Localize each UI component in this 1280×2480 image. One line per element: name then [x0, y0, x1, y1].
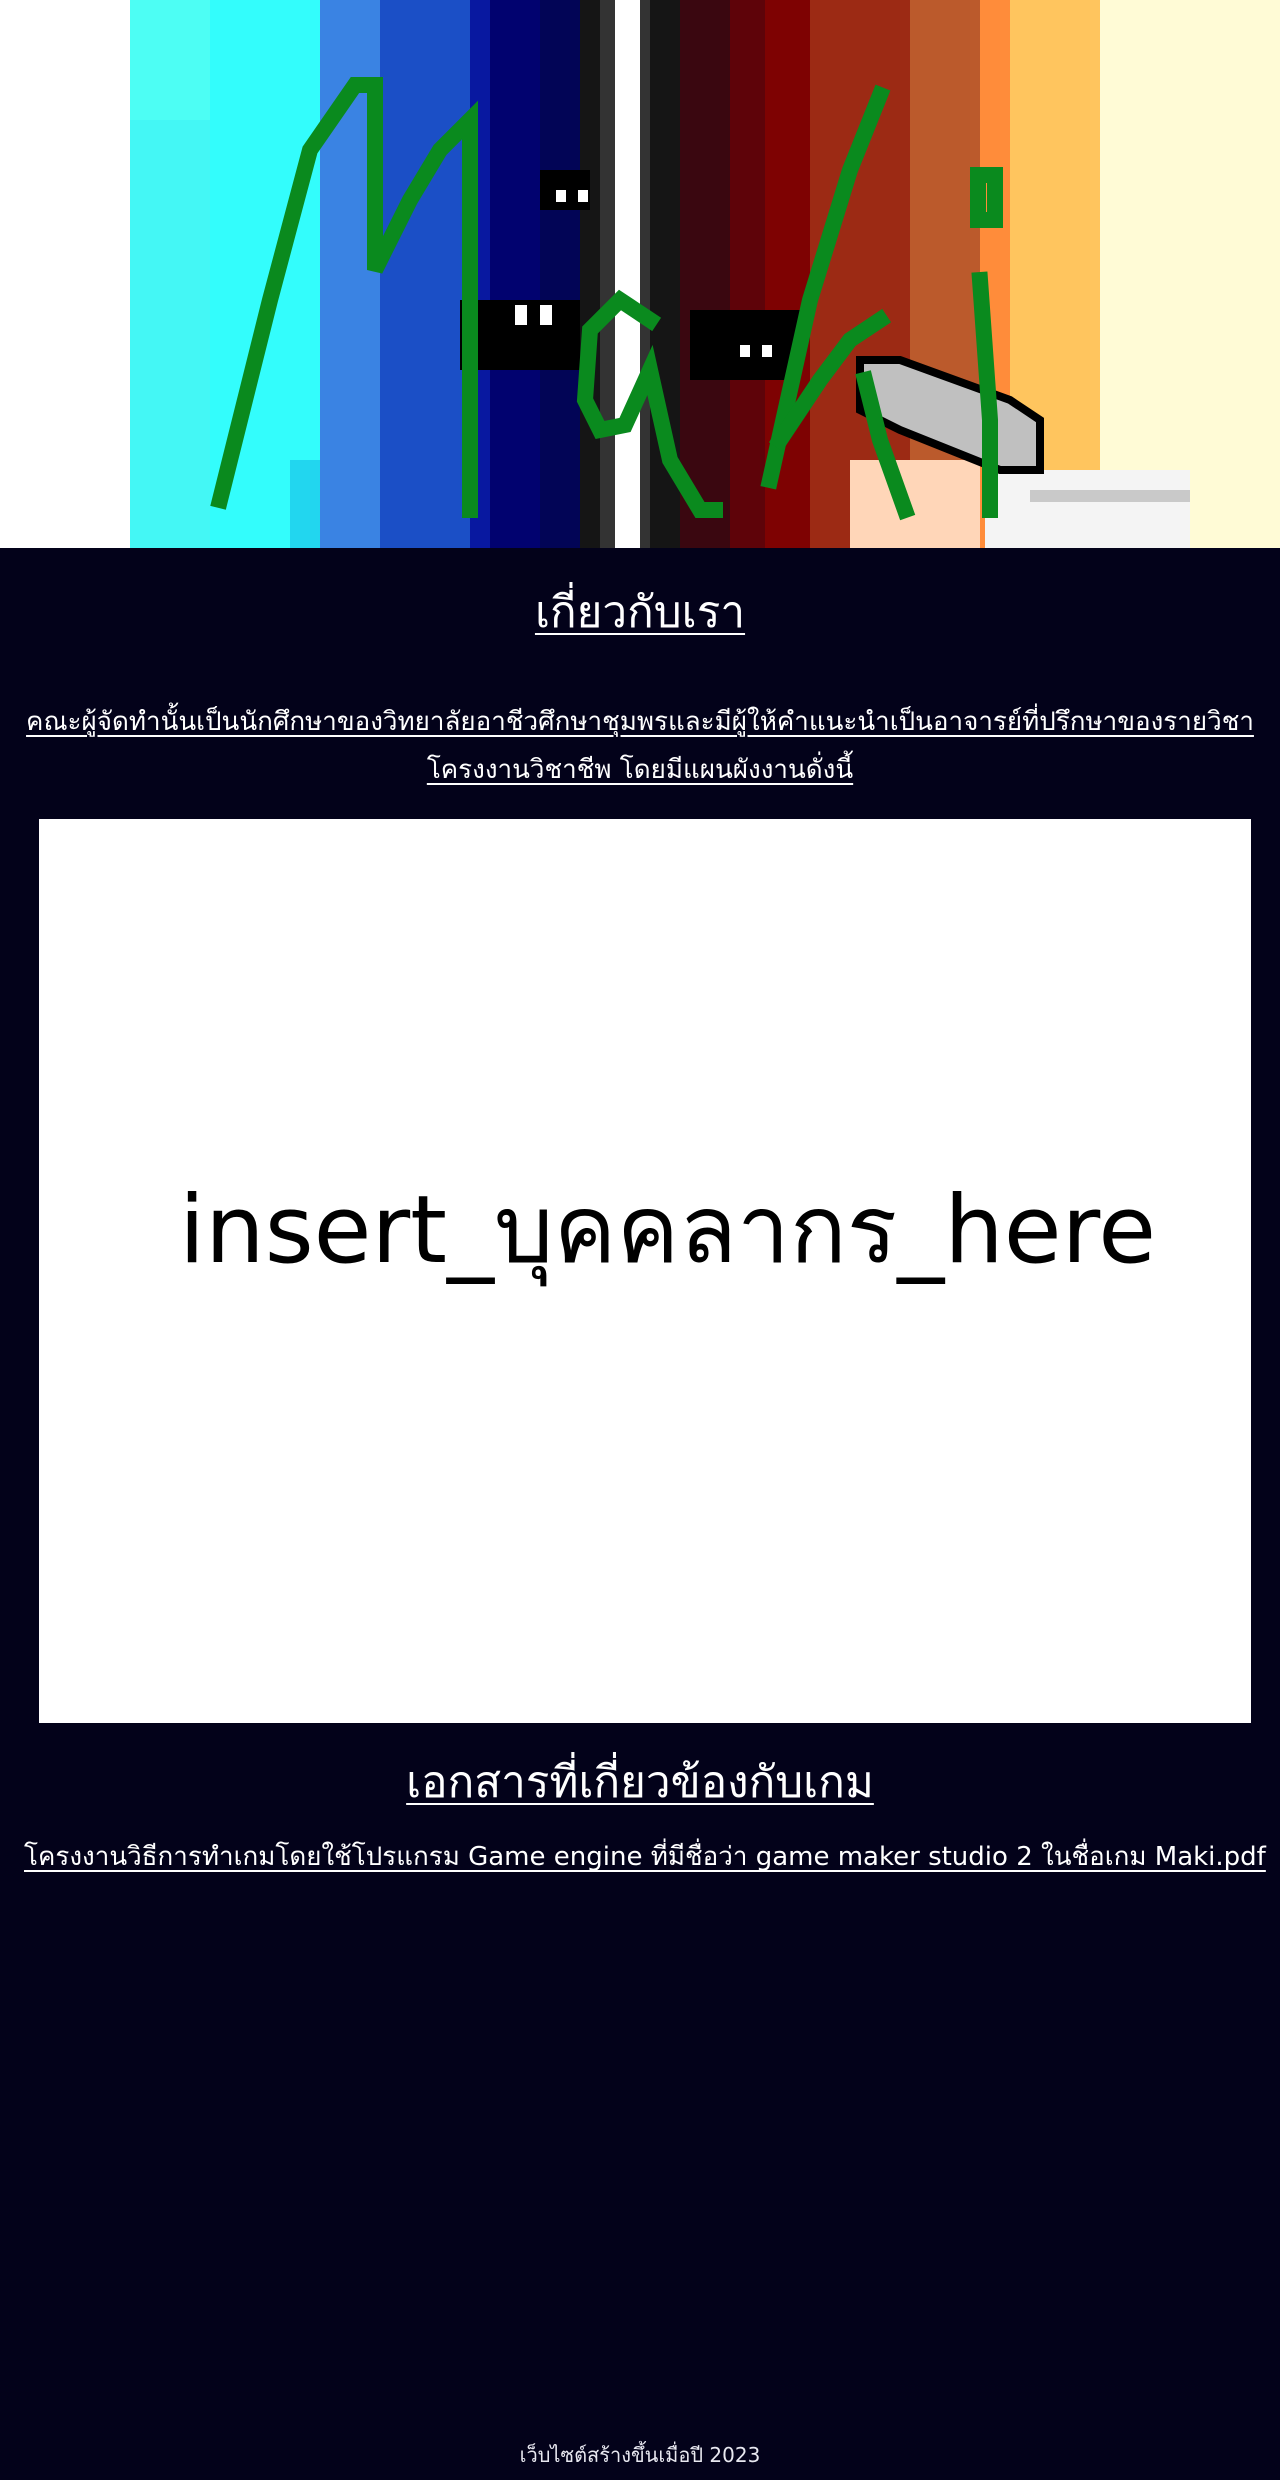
- game-documents-heading[interactable]: เอกสารที่เกี่ยวข้องกับเกม: [0, 1755, 1280, 1811]
- maki-banner-image: [0, 0, 1280, 548]
- about-us-heading[interactable]: เกี่ยวกับเรา: [0, 585, 1280, 641]
- about-us-description[interactable]: คณะผู้จัดทำนั้นเป็นนักศึกษาของวิทยาลัยอา…: [20, 698, 1260, 794]
- game-project-pdf-link[interactable]: โครงงานวิธีการทำเกมโดยใช้โปรแกรม Game en…: [24, 1838, 1266, 1876]
- staff-placeholder-text: insert_บุคคลากร_here: [179, 1176, 1157, 1285]
- staff-chart-placeholder: insert_บุคคลากร_here: [39, 819, 1251, 1723]
- footer-text: เว็บไซต์สร้างขึ้นเมื่อปี 2023: [519, 2443, 761, 2467]
- hero-banner: [0, 0, 1280, 548]
